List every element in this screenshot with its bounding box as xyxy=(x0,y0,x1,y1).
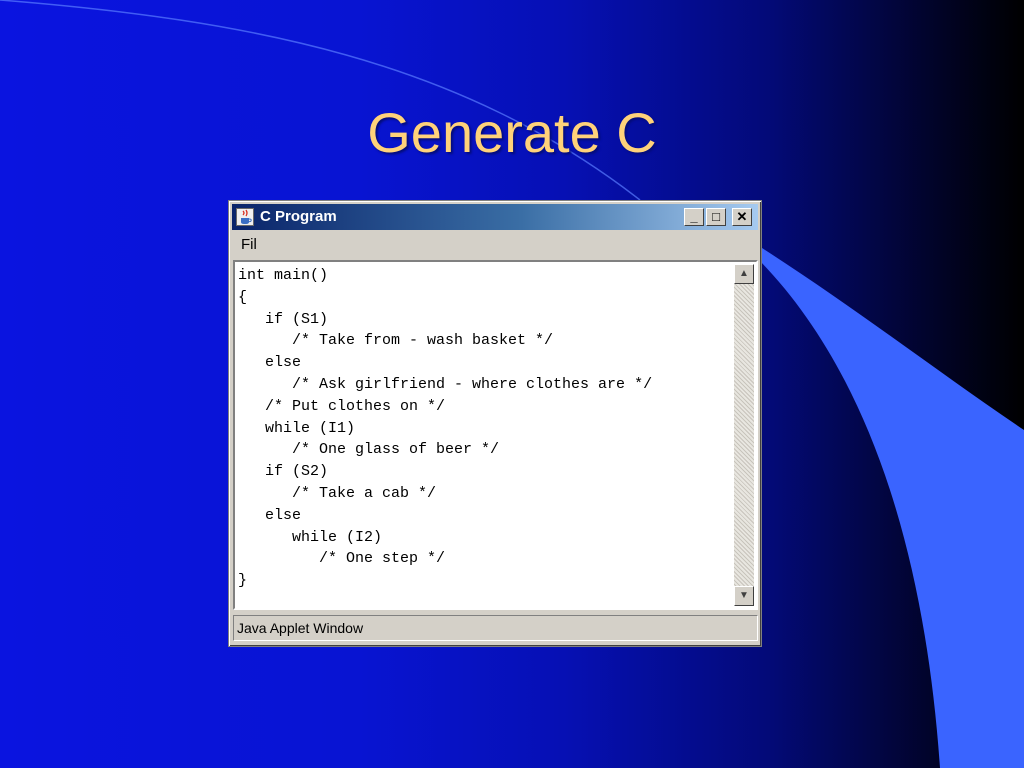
menu-bar: Fil xyxy=(233,232,759,258)
menu-file[interactable]: Fil xyxy=(241,236,257,253)
window-title: C Program xyxy=(260,208,337,225)
code-content[interactable]: int main() { if (S1) /* Take from - wash… xyxy=(238,265,652,592)
java-coffee-cup-icon[interactable] xyxy=(236,208,254,226)
slide-title: Generate C xyxy=(367,101,657,164)
minimize-button[interactable]: _ xyxy=(684,208,704,226)
maximize-button[interactable]: □ xyxy=(706,208,726,226)
code-text-area[interactable]: int main() { if (S1) /* Take from - wash… xyxy=(233,260,758,610)
scroll-down-button[interactable]: ▼ xyxy=(734,586,754,606)
scroll-up-button[interactable]: ▲ xyxy=(734,264,754,284)
status-text: Java Applet Window xyxy=(237,620,364,636)
vertical-scrollbar[interactable]: ▲ ▼ xyxy=(734,264,754,606)
close-button[interactable]: ✕ xyxy=(732,208,752,226)
status-bar: Java Applet Window xyxy=(233,615,758,641)
title-bar[interactable]: C Program _ □ ✕ xyxy=(232,204,758,230)
c-program-window: C Program _ □ ✕ Fil int main() { if (S1)… xyxy=(228,200,762,647)
